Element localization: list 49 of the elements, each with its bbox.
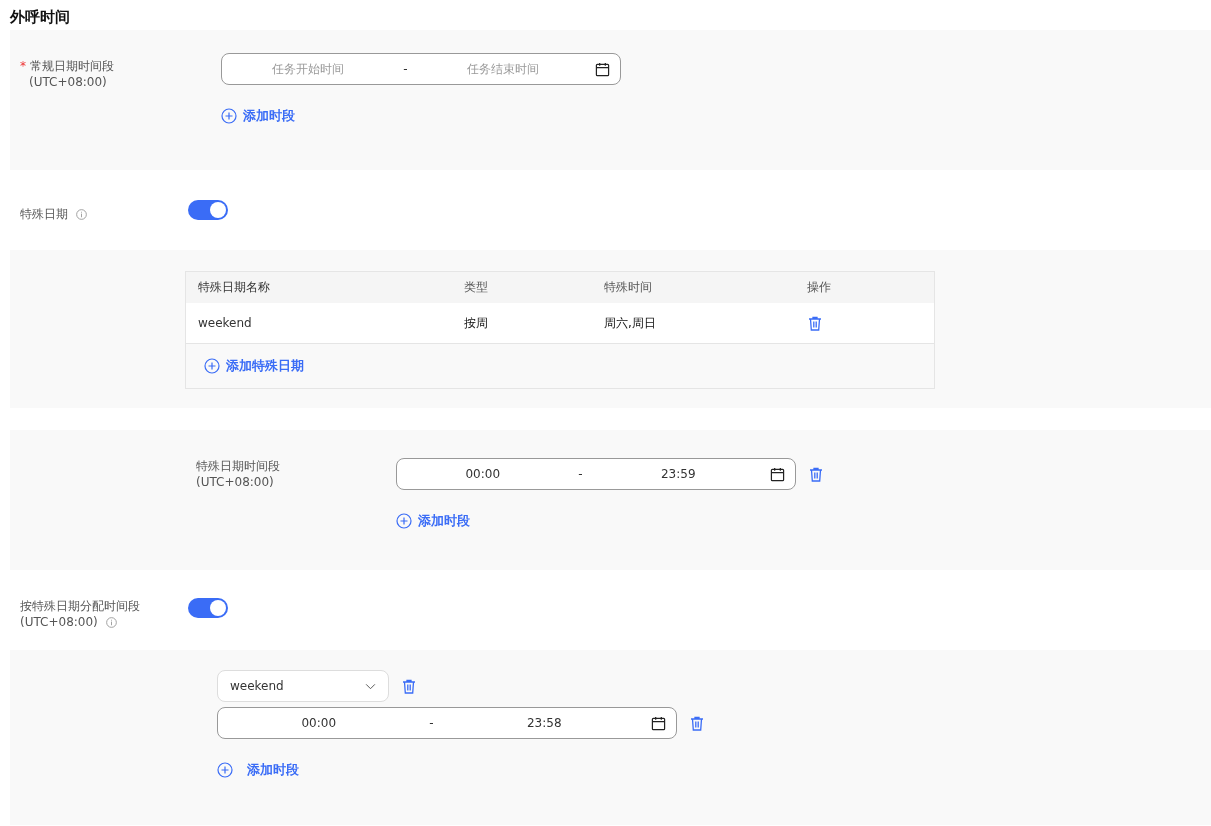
table-cell-text: 周六,周日	[603, 314, 657, 332]
toggle-switch[interactable]	[188, 598, 228, 618]
delete-icon[interactable]	[808, 465, 824, 483]
field-label: 按特殊日期分配时间段	[20, 598, 141, 614]
add-period-button[interactable]: 添加时段	[396, 512, 470, 530]
time-range-field[interactable]: 00:00 - 23:59	[396, 458, 796, 490]
timezone-label: (UTC+08:00)	[196, 474, 275, 490]
time-range-field[interactable]: 任务开始时间 - 任务结束时间	[221, 53, 621, 85]
add-period-button[interactable]: 添加时段	[217, 761, 299, 779]
field-label: 特殊日期	[20, 205, 68, 223]
end-time-input[interactable]: 23:59	[592, 466, 764, 482]
time-range-field[interactable]: 00:00 - 23:58	[217, 707, 677, 739]
table-cell-text: weekend	[197, 315, 253, 332]
calendar-icon	[651, 715, 666, 731]
page-title: 外呼时间	[9, 7, 71, 28]
date-select[interactable]: weekend	[217, 670, 389, 702]
range-separator: -	[577, 467, 584, 481]
delete-icon[interactable]	[401, 677, 417, 695]
chevron-down-icon	[365, 682, 376, 690]
column-header: 操作	[806, 279, 832, 296]
plus-circle-icon	[396, 513, 412, 529]
required-mark: *	[20, 58, 26, 74]
start-time-input[interactable]: 00:00	[397, 466, 569, 482]
plus-circle-icon	[204, 358, 220, 374]
start-time-input[interactable]: 任务开始时间	[222, 61, 394, 77]
delete-icon[interactable]	[689, 714, 705, 732]
range-separator: -	[428, 716, 435, 730]
column-header: 特殊时间	[603, 279, 653, 296]
range-separator: -	[402, 62, 409, 76]
field-label: 常规日期时间段	[30, 58, 114, 74]
info-icon	[76, 208, 87, 220]
table-cell-text: 按周	[463, 314, 489, 332]
delete-icon[interactable]	[807, 314, 823, 332]
info-icon	[105, 616, 117, 628]
plus-circle-icon	[221, 108, 237, 124]
field-label: 特殊日期时间段	[196, 458, 281, 474]
plus-circle-icon	[217, 762, 233, 778]
start-time-input[interactable]: 00:00	[218, 715, 420, 731]
add-period-button[interactable]: 添加时段	[221, 107, 295, 125]
column-header: 特殊日期名称	[197, 279, 271, 296]
calendar-icon	[770, 466, 785, 482]
timezone-label: (UTC+08:00)	[28, 74, 108, 90]
timezone-label: (UTC+08:00)	[20, 614, 98, 630]
column-header: 类型	[463, 279, 489, 296]
end-time-input[interactable]: 23:58	[443, 715, 645, 731]
calendar-icon	[595, 61, 610, 77]
end-time-input[interactable]: 任务结束时间	[417, 61, 589, 77]
toggle-switch[interactable]	[188, 200, 228, 220]
add-special-date-button[interactable]: 添加特殊日期	[204, 357, 304, 375]
